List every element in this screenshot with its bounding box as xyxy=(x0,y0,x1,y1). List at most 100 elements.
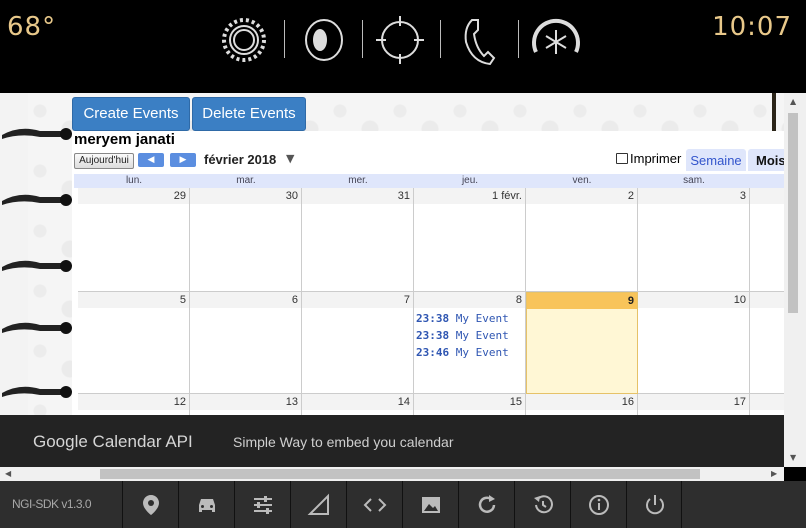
day-cell[interactable]: 1 févr. xyxy=(414,188,526,292)
event-item[interactable]: 23:38 My Event xyxy=(416,312,509,325)
clock: 10:07 xyxy=(712,12,792,42)
day-cell[interactable]: 16 xyxy=(526,394,638,415)
day-cell[interactable]: 14 xyxy=(302,394,414,415)
day-cell[interactable]: 2 xyxy=(526,188,638,292)
scroll-right-icon[interactable]: ▶ xyxy=(771,469,777,478)
climate-fan-icon[interactable] xyxy=(528,12,584,68)
vertical-scrollbar[interactable]: ▲ ▼ xyxy=(784,93,806,467)
event-title: My Event xyxy=(455,329,509,342)
day-cell[interactable]: 5 xyxy=(78,292,190,394)
calendar-title: meryem janati xyxy=(74,131,175,148)
tab-month[interactable]: Mois xyxy=(748,149,784,171)
car-icon xyxy=(199,499,215,512)
history-button[interactable] xyxy=(514,481,570,528)
location-pin-icon xyxy=(143,495,159,515)
prev-month-button[interactable]: ◀ xyxy=(138,153,164,167)
month-label[interactable]: février 2018 xyxy=(204,152,276,167)
frame-edge xyxy=(772,93,776,133)
bottom-toolbar: NGI-SDK v1.3.0 xyxy=(0,481,806,528)
info-icon xyxy=(589,495,609,515)
settings-button[interactable] xyxy=(234,481,290,528)
scroll-down-icon[interactable]: ▼ xyxy=(790,453,796,462)
settings-gear-icon[interactable] xyxy=(216,12,272,68)
day-name: lun. xyxy=(125,175,143,186)
signal-icon xyxy=(307,493,329,515)
separator xyxy=(284,20,285,58)
day-number: 13 xyxy=(190,394,301,410)
vertical-scroll-thumb[interactable] xyxy=(788,113,798,313)
power-button[interactable] xyxy=(626,481,682,528)
day-number: 16 xyxy=(526,394,637,410)
day-cell[interactable] xyxy=(750,292,784,394)
next-month-button[interactable]: ▶ xyxy=(170,153,196,167)
day-cell[interactable]: 12 xyxy=(78,394,190,415)
info-button[interactable] xyxy=(570,481,626,528)
day-name: ven. xyxy=(572,175,592,186)
code-icon xyxy=(363,498,387,512)
day-cell[interactable]: 6 xyxy=(190,292,302,394)
day-number xyxy=(750,394,784,410)
code-button[interactable] xyxy=(346,481,402,528)
location-button[interactable] xyxy=(122,481,178,528)
event-title: My Event xyxy=(455,346,509,359)
event-title: My Event xyxy=(455,312,509,325)
day-cell[interactable]: 3 xyxy=(638,188,750,292)
refresh-icon xyxy=(478,495,496,513)
day-header-row: lun. mar. mer. jeu. ven. sam. xyxy=(74,174,784,188)
day-number: 7 xyxy=(302,292,413,308)
tab-week[interactable]: Semaine xyxy=(686,149,746,171)
today-button[interactable]: Aujourd'hui xyxy=(74,153,134,169)
scroll-up-icon[interactable]: ▲ xyxy=(790,97,796,106)
footer-title: Google Calendar API xyxy=(33,432,193,451)
day-cell[interactable]: 30 xyxy=(190,188,302,292)
day-number: 10 xyxy=(638,292,749,308)
web-content: Create Events Delete Events meryem janat… xyxy=(0,93,784,415)
day-number: 9 xyxy=(527,293,637,309)
day-cell[interactable]: 29 xyxy=(78,188,190,292)
day-cell[interactable] xyxy=(750,394,784,415)
event-item[interactable]: 23:38 My Event xyxy=(416,329,509,342)
phone-icon[interactable] xyxy=(452,12,508,68)
day-name: jeu. xyxy=(461,175,479,186)
refresh-button[interactable] xyxy=(458,481,514,528)
print-button[interactable]: Imprimer xyxy=(616,151,681,166)
day-number: 29 xyxy=(78,188,189,204)
day-name: sam. xyxy=(683,175,705,186)
day-cell[interactable]: 10 xyxy=(638,292,750,394)
temperature-display: 68° xyxy=(7,12,57,42)
day-number: 2 xyxy=(526,188,637,204)
day-number: 17 xyxy=(638,394,749,410)
horizontal-scroll-thumb[interactable] xyxy=(100,469,700,479)
page-footer: Google Calendar API Simple Way to embed … xyxy=(0,415,784,467)
day-number xyxy=(750,188,784,204)
scroll-left-icon[interactable]: ◀ xyxy=(5,469,11,478)
event-item[interactable]: 23:46 My Event xyxy=(416,346,509,359)
horizontal-scrollbar[interactable]: ◀ ▶ xyxy=(0,467,784,481)
day-number: 3 xyxy=(638,188,749,204)
print-label: Imprimer xyxy=(630,151,682,166)
day-cell[interactable]: 17 xyxy=(638,394,750,415)
day-cell[interactable]: 15 xyxy=(414,394,526,415)
day-cell[interactable] xyxy=(750,188,784,292)
create-events-button[interactable]: Create Events xyxy=(72,97,190,131)
day-cell[interactable]: 8 23:38 My Event 23:38 My Event 23:46 My… xyxy=(414,292,526,394)
signal-button[interactable] xyxy=(290,481,346,528)
chevron-down-icon[interactable]: ▼ xyxy=(286,152,294,165)
day-cell[interactable]: 13 xyxy=(190,394,302,415)
day-number: 8 xyxy=(414,292,525,308)
binder-ring-icon xyxy=(2,322,72,334)
vehicle-button[interactable] xyxy=(178,481,234,528)
media-disc-icon[interactable] xyxy=(296,12,352,68)
today-cell[interactable]: 9 xyxy=(526,292,638,394)
delete-events-button[interactable]: Delete Events xyxy=(192,97,306,131)
event-time: 23:46 xyxy=(416,346,450,359)
day-number: 6 xyxy=(190,292,301,308)
day-number: 12 xyxy=(78,394,189,410)
month-grid: 29 30 31 1 févr. 2 3 5 6 7 8 23:38 My Ev… xyxy=(78,188,784,415)
image-button[interactable] xyxy=(402,481,458,528)
day-number xyxy=(750,292,784,308)
day-number: 1 févr. xyxy=(414,188,525,204)
day-cell[interactable]: 31 xyxy=(302,188,414,292)
navigation-crosshair-icon[interactable] xyxy=(372,12,428,68)
day-cell[interactable]: 7 xyxy=(302,292,414,394)
